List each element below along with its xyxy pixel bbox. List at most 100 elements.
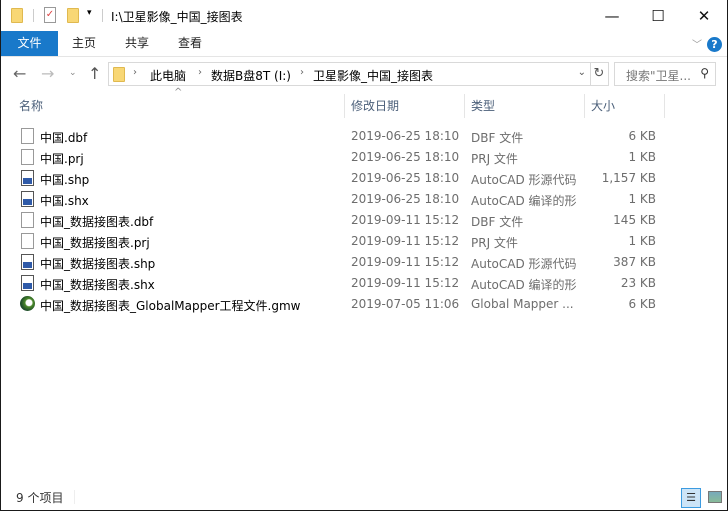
expand-ribbon-icon[interactable]: ﹀	[692, 36, 702, 51]
help-icon[interactable]: ?	[707, 37, 722, 52]
up-button[interactable]: ↑	[88, 64, 101, 83]
file-date: 2019-07-05 11:06	[351, 297, 460, 311]
file-date: 2019-06-25 18:10	[351, 171, 460, 185]
file-size: 387 KB	[613, 255, 656, 269]
thumbnail-icon	[708, 491, 722, 503]
file-date: 2019-06-25 18:10	[351, 129, 460, 143]
file-size: 23 KB	[620, 276, 656, 290]
file-type: AutoCAD 编译的形	[471, 278, 577, 292]
divider	[102, 9, 103, 22]
file-name: 中国.shx	[40, 194, 89, 208]
search-icon: ⚲	[700, 66, 709, 80]
file-row[interactable]: 中国.prj 2019-06-25 18:10 PRJ 文件 1 KB	[1, 147, 727, 168]
column-divider[interactable]	[584, 94, 585, 118]
file-name: 中国_数据接图表.dbf	[40, 215, 154, 229]
file-row[interactable]: 中国_数据接图表.shx 2019-09-11 15:12 AutoCAD 编译…	[1, 273, 727, 294]
file-name: 中国_数据接图表.shx	[40, 278, 155, 292]
file-row[interactable]: 中国.dbf 2019-06-25 18:10 DBF 文件 6 KB	[1, 126, 727, 147]
sort-ascending-icon: ^	[174, 87, 183, 98]
explorer-window: ✓ ▾ I:\卫星影像_中国_接图表 — ☐ ✕ 文件 主页 共享 查看 ﹀ ?…	[0, 0, 728, 511]
file-size: 6 KB	[628, 297, 656, 311]
minimize-button[interactable]: —	[589, 0, 635, 31]
file-type: PRJ 文件	[471, 152, 518, 166]
file-row[interactable]: 中国.shx 2019-06-25 18:10 AutoCAD 编译的形 1 K…	[1, 189, 727, 210]
status-item-count: 9 个项目	[16, 491, 64, 505]
file-size: 1,157 KB	[601, 171, 656, 185]
recent-locations-icon[interactable]: ⌄	[69, 68, 77, 78]
large-icons-view-button[interactable]	[705, 488, 725, 508]
file-type: AutoCAD 形源代码	[471, 257, 577, 271]
file-date: 2019-09-11 15:12	[351, 213, 460, 227]
autocad-icon	[21, 191, 34, 207]
close-button[interactable]: ✕	[681, 0, 727, 31]
column-header-type[interactable]: 类型	[471, 94, 495, 118]
file-icon	[21, 212, 34, 228]
file-name: 中国_数据接图表_GlobalMapper工程文件.gmw	[40, 299, 301, 313]
breadcrumb-drive[interactable]: 数据B盘8T (I:)	[211, 67, 291, 84]
address-bar[interactable]: › 此电脑 › 数据B盘8T (I:) › 卫星影像_中国_接图表 ⌄	[108, 62, 591, 86]
address-dropdown-icon[interactable]: ⌄	[578, 67, 586, 78]
maximize-button[interactable]: ☐	[635, 0, 681, 31]
file-name: 中国_数据接图表.prj	[40, 236, 150, 250]
file-row[interactable]: 中国_数据接图表.dbf 2019-09-11 15:12 DBF 文件 145…	[1, 210, 727, 231]
refresh-button[interactable]: ↻	[590, 62, 609, 86]
file-size: 6 KB	[628, 129, 656, 143]
column-divider[interactable]	[464, 94, 465, 118]
file-row[interactable]: 中国.shp 2019-06-25 18:10 AutoCAD 形源代码 1,1…	[1, 168, 727, 189]
autocad-icon	[21, 254, 34, 270]
file-name: 中国.dbf	[40, 131, 88, 145]
column-divider[interactable]	[664, 94, 665, 118]
file-row[interactable]: 中国_数据接图表.shp 2019-09-11 15:12 AutoCAD 形源…	[1, 252, 727, 273]
forward-button[interactable]: →	[41, 64, 54, 83]
file-date: 2019-09-11 15:12	[351, 276, 460, 290]
file-size: 145 KB	[613, 213, 656, 227]
file-icon	[21, 149, 34, 165]
details-view-button[interactable]: ☰	[681, 488, 701, 508]
file-type: Global Mapper ...	[471, 297, 574, 311]
divider	[33, 9, 34, 22]
tab-home[interactable]: 主页	[72, 31, 96, 56]
file-name: 中国.prj	[40, 152, 84, 166]
search-input[interactable]: 搜索"卫星... ⚲	[614, 62, 716, 86]
file-size: 1 KB	[628, 192, 656, 206]
autocad-icon	[21, 170, 34, 186]
folder-icon[interactable]	[11, 8, 23, 23]
file-type: DBF 文件	[471, 215, 524, 229]
file-date: 2019-09-11 15:12	[351, 255, 460, 269]
back-button[interactable]: ←	[13, 64, 26, 83]
file-date: 2019-06-25 18:10	[351, 192, 460, 206]
breadcrumb-this-pc[interactable]: 此电脑	[150, 67, 186, 84]
window-title: I:\卫星影像_中国_接图表	[111, 10, 243, 24]
autocad-icon	[21, 275, 34, 291]
file-name: 中国.shp	[40, 173, 90, 187]
column-header-date[interactable]: 修改日期	[351, 94, 399, 118]
file-date: 2019-06-25 18:10	[351, 150, 460, 164]
ribbon: 文件 主页 共享 查看 ﹀ ?	[1, 31, 727, 57]
column-header-size[interactable]: 大小	[591, 94, 615, 118]
tab-view[interactable]: 查看	[178, 31, 202, 56]
divider	[74, 490, 75, 504]
column-divider[interactable]	[344, 94, 345, 118]
quick-access-dropdown-icon[interactable]: ▾	[87, 8, 92, 18]
file-row[interactable]: 中国_数据接图表_GlobalMapper工程文件.gmw 2019-07-05…	[1, 294, 727, 315]
title-bar: ✓ ▾ I:\卫星影像_中国_接图表 — ☐ ✕	[1, 0, 727, 31]
file-name: 中国_数据接图表.shp	[40, 257, 156, 271]
file-type: AutoCAD 编译的形	[471, 194, 577, 208]
chevron-right-icon: ›	[133, 67, 137, 78]
column-header-name[interactable]: 名称	[19, 94, 43, 118]
folder-icon	[113, 67, 125, 82]
file-icon	[21, 233, 34, 249]
file-type: DBF 文件	[471, 131, 524, 145]
chevron-right-icon: ›	[300, 67, 304, 78]
search-placeholder: 搜索"卫星...	[626, 69, 691, 83]
tab-share[interactable]: 共享	[125, 31, 149, 56]
breadcrumb-folder[interactable]: 卫星影像_中国_接图表	[313, 67, 433, 84]
tab-file[interactable]: 文件	[1, 31, 58, 56]
file-size: 1 KB	[628, 150, 656, 164]
file-type: PRJ 文件	[471, 236, 518, 250]
file-row[interactable]: 中国_数据接图表.prj 2019-09-11 15:12 PRJ 文件 1 K…	[1, 231, 727, 252]
file-icon	[21, 128, 34, 144]
chevron-right-icon: ›	[198, 67, 202, 78]
properties-icon[interactable]: ✓	[44, 7, 56, 23]
new-folder-icon[interactable]	[67, 8, 79, 23]
